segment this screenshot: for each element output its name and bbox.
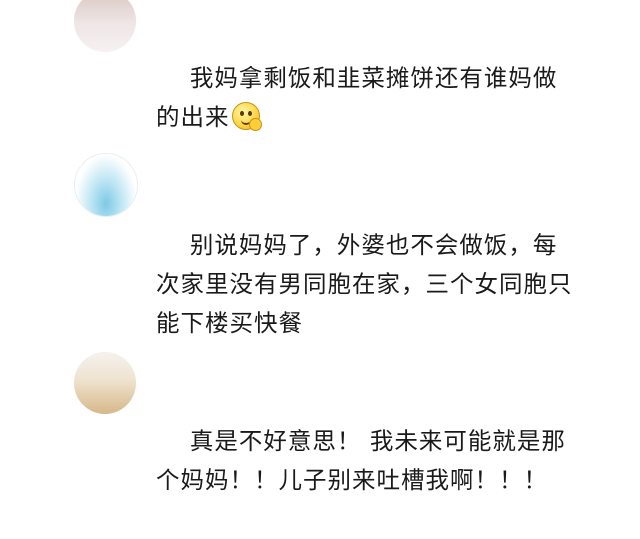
comment-text: 别说妈妈了，外婆也不会做饭，每次家里没有男同胞在家，三个女同胞只能下楼买快餐	[156, 187, 576, 382]
avatar-cartoon	[75, 154, 137, 216]
avatar[interactable]	[74, 0, 136, 52]
comment-text-content: 别说妈妈了，外婆也不会做饭，每次家里没有男同胞在家，三个女同胞只能下楼买快餐	[156, 231, 573, 337]
avatar-photo	[74, 0, 136, 52]
comment-text: 我妈拿剩饭和韭菜摊饼还有谁妈做的出来	[156, 20, 576, 176]
comment-text-content: 真是不好意思！ 我未来可能就是那个妈妈！！儿子别来吐槽我啊！！！	[156, 427, 566, 494]
avatar-photo	[74, 352, 136, 414]
avatar[interactable]	[74, 153, 138, 217]
comment-text-content: 我妈拿剩饭和韭菜摊饼还有谁妈做的出来	[156, 64, 558, 131]
smile-thinking-emoji-icon	[231, 102, 262, 131]
avatar[interactable]	[74, 352, 136, 414]
comment-text: 真是不好意思！ 我未来可能就是那个妈妈！！儿子别来吐槽我啊！！！	[156, 383, 576, 539]
